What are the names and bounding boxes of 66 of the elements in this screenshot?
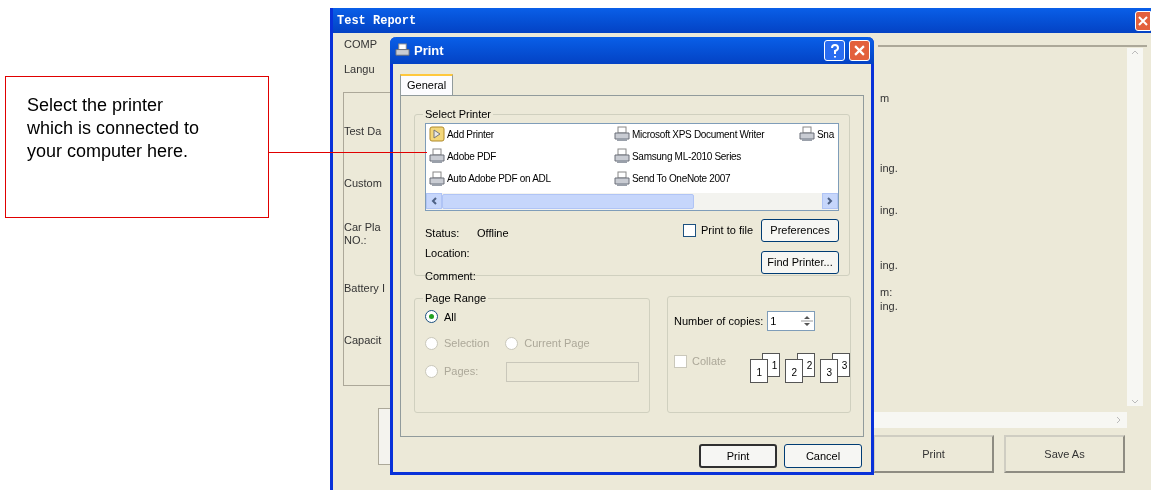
- field-label: Custom: [344, 176, 382, 191]
- callout-text: Select the printer which is connected to your computer here.: [27, 94, 201, 163]
- scroll-up-icon: [1130, 48, 1140, 56]
- report-button[interactable]: Print: [873, 435, 994, 473]
- close-icon: [1138, 15, 1148, 26]
- find-printer-button[interactable]: Find Printer...: [761, 250, 839, 274]
- chevron-left-icon: [430, 196, 438, 206]
- window-title: Test Report: [337, 12, 417, 30]
- status-label: Status:: [425, 225, 461, 241]
- printer-icon: [429, 170, 445, 187]
- tab[interactable]: General: [400, 74, 454, 95]
- report-text: m:: [880, 285, 893, 300]
- field-label: NO.:: [344, 233, 367, 248]
- printer-item[interactable]: Samsung ML-2010 Series: [614, 147, 791, 165]
- dialog-title: Print: [414, 41, 445, 60]
- printer-item[interactable]: Sna: [799, 125, 838, 143]
- field-label: Capacit: [344, 333, 382, 348]
- collate-pages-drawing: 1 1 2 2 3 3: [750, 353, 852, 383]
- printer-icon: [614, 126, 630, 142]
- pages-field[interactable]: [506, 361, 639, 382]
- cancel-button[interactable]: Cancel: [784, 444, 862, 468]
- comment-label: Comment:: [425, 268, 477, 284]
- field-label: COMP: [344, 37, 377, 52]
- printer-icon: [395, 43, 410, 58]
- printer-icon: [614, 148, 630, 165]
- close-button[interactable]: [1135, 10, 1151, 31]
- close-button[interactable]: [849, 40, 870, 61]
- printer-item[interactable]: Adobe PDF: [429, 147, 606, 165]
- printer-icon: [799, 126, 815, 142]
- printer-item[interactable]: Microsoft XPS Document Writer: [614, 125, 791, 143]
- report-text: ing.: [880, 258, 898, 273]
- report-text: ing.: [880, 203, 898, 218]
- report-text: ing.: [880, 161, 898, 176]
- copies-label: Number of copies:: [674, 313, 764, 329]
- scroll-left-button[interactable]: [426, 193, 442, 209]
- printer-item[interactable]: Add Printer: [429, 125, 606, 143]
- field-label: Car Pla: [344, 220, 381, 235]
- field-label: Test Da: [344, 124, 382, 139]
- report-text: m: [880, 91, 890, 106]
- print-to-file-checkbox[interactable]: Print to file: [683, 221, 753, 239]
- printer-item[interactable]: Send To OneNote 2007: [614, 170, 791, 188]
- printer-icon: [429, 148, 445, 165]
- scroll-right-button[interactable]: [822, 193, 838, 209]
- chevron-right-icon: [826, 196, 834, 206]
- radio-button[interactable]: All: [425, 308, 639, 325]
- field-label: Langu: [344, 62, 375, 77]
- printer-item[interactable]: Auto Adobe PDF on ADL: [429, 170, 606, 188]
- field-label: Battery I: [344, 281, 385, 296]
- help-button[interactable]: [824, 40, 845, 61]
- question-mark-icon: [829, 43, 840, 58]
- group-heading: Page Range: [424, 291, 488, 306]
- location-label: Location:: [425, 246, 471, 261]
- copies-spinbox[interactable]: 1: [767, 311, 816, 331]
- report-text: ing.: [880, 299, 898, 314]
- print-button[interactable]: Print: [699, 444, 777, 468]
- add-printer-icon: [429, 126, 445, 142]
- spin-arrows-icon: [800, 313, 815, 329]
- preferences-button[interactable]: Preferences: [761, 218, 839, 242]
- group-heading: Select Printer: [424, 107, 493, 122]
- scroll-right-icon: [1115, 415, 1123, 425]
- status-value: Offline: [477, 225, 510, 241]
- printer-icon: [614, 170, 630, 187]
- close-icon: [854, 45, 865, 56]
- scroll-down-icon: [1130, 398, 1140, 406]
- scroll-thumb[interactable]: [442, 193, 694, 209]
- report-button[interactable]: Save As: [1004, 435, 1125, 473]
